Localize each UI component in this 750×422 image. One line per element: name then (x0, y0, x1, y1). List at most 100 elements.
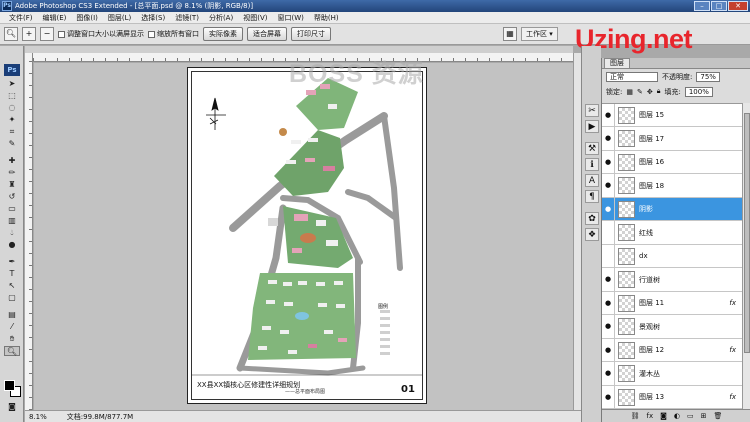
menu-view[interactable]: 视图(V) (238, 13, 272, 23)
lasso-tool-icon[interactable]: ◌ (4, 103, 20, 113)
layer-row[interactable]: ● 图层 11 fx (602, 291, 742, 315)
menu-select[interactable]: 选择(S) (136, 13, 170, 23)
visibility-eye-icon[interactable]: ● (602, 291, 615, 315)
shape-tool-icon[interactable]: ▢ (4, 293, 20, 303)
magic-wand-tool-icon[interactable]: ✦ (4, 115, 20, 125)
zoom-tool-preset-icon[interactable]: 🔍︎ (4, 27, 18, 41)
delete-layer-icon[interactable]: 🗑︎ (714, 412, 723, 420)
menu-image[interactable]: 图像(I) (71, 13, 103, 23)
menu-layer[interactable]: 图层(L) (103, 13, 136, 23)
brush-tool-icon[interactable]: ✏ (4, 168, 20, 178)
maximize-button[interactable]: □ (711, 1, 727, 11)
layer-row[interactable]: ● 图层 18 (602, 174, 742, 198)
menu-file[interactable]: 文件(F) (4, 13, 38, 23)
visibility-eye-icon[interactable]: ● (602, 268, 615, 291)
layer-thumbnail[interactable] (618, 130, 635, 147)
visibility-eye-icon[interactable]: ● (602, 385, 615, 409)
actual-pixels-button[interactable]: 实际像素 (203, 27, 243, 41)
layer-thumbnail[interactable] (618, 200, 635, 218)
move-tool-icon[interactable]: ➤ (4, 79, 20, 89)
visibility-eye-icon[interactable]: ● (602, 150, 615, 174)
layer-thumbnail[interactable] (618, 153, 635, 171)
layer-thumbnail[interactable] (618, 365, 635, 382)
visibility-eye-icon[interactable]: ● (602, 197, 615, 221)
notes-tool-icon[interactable]: ▤ (4, 310, 20, 320)
brushes-panel-icon[interactable]: ✿ (585, 212, 599, 225)
lock-pixels-icon[interactable]: ✎ (637, 88, 643, 96)
layer-name[interactable]: 阴影 (639, 204, 653, 214)
foreground-color-swatch[interactable] (4, 380, 15, 391)
menu-help[interactable]: 帮助(H) (309, 13, 344, 23)
layer-row[interactable]: ● 灌木丛 (602, 362, 742, 386)
bridge-icon[interactable]: ▦ (503, 27, 517, 41)
zoom-level[interactable]: 8.1% (29, 413, 47, 421)
layer-name[interactable]: 灌木丛 (639, 369, 660, 379)
layer-style-icon[interactable]: fx (646, 412, 653, 420)
visibility-eye-icon[interactable]: ● (602, 127, 615, 150)
layer-name[interactable]: 图层 18 (639, 181, 664, 191)
visibility-eye-icon[interactable]: ● (602, 104, 615, 127)
canvas-vertical-scrollbar[interactable] (573, 53, 581, 410)
healing-brush-tool-icon[interactable]: ✚ (4, 156, 20, 166)
layer-row[interactable]: dx (602, 244, 742, 268)
layer-name[interactable]: 景观树 (639, 322, 660, 332)
layer-effects-icon[interactable]: fx (729, 393, 736, 401)
layer-thumbnail[interactable] (618, 271, 635, 288)
layer-thumbnail[interactable] (618, 177, 635, 194)
paragraph-panel-icon[interactable]: ¶ (585, 190, 599, 203)
print-size-button[interactable]: 打印尺寸 (291, 27, 331, 41)
layer-row[interactable]: ● 图层 15 (602, 104, 742, 127)
layer-name[interactable]: 图层 13 (639, 392, 664, 402)
layer-thumbnail[interactable] (618, 247, 635, 265)
menu-filter[interactable]: 滤镜(T) (170, 13, 204, 23)
dodge-tool-icon[interactable]: ● (4, 240, 20, 250)
layer-row[interactable]: ● 图层 16 (602, 150, 742, 174)
layer-name[interactable]: 图层 12 (639, 345, 664, 355)
hand-tool-icon[interactable]: ✋︎ (4, 334, 20, 344)
history-panel-icon[interactable]: ✂ (585, 104, 599, 117)
layer-row[interactable]: ● 阴影 (602, 197, 742, 221)
character-panel-icon[interactable]: A (585, 174, 599, 187)
link-layers-icon[interactable]: ⛓ (631, 412, 640, 420)
tool-presets-icon[interactable]: ⚒ (585, 142, 599, 155)
scrollbar-thumb[interactable] (744, 113, 750, 353)
layer-name[interactable]: 行道树 (639, 275, 660, 285)
visibility-eye-icon[interactable]: ● (602, 338, 615, 362)
layer-row[interactable]: ● 景观树 (602, 315, 742, 339)
path-selection-tool-icon[interactable]: ↖ (4, 281, 20, 291)
layer-thumbnail[interactable] (618, 388, 635, 406)
layer-name[interactable]: 图层 17 (639, 134, 664, 144)
minimize-button[interactable]: – (694, 1, 710, 11)
layer-row[interactable]: ● 行道树 (602, 268, 742, 292)
info-panel-icon[interactable]: ℹ (585, 158, 599, 171)
visibility-eye-icon[interactable]: ● (602, 315, 615, 338)
actions-panel-icon[interactable]: ▶ (585, 120, 599, 133)
zoom-tool-icon[interactable]: 🔍︎ (4, 346, 20, 356)
visibility-eye-icon[interactable] (602, 244, 615, 268)
checkbox-box[interactable] (148, 30, 155, 38)
quick-mask-icon[interactable]: ◙ (4, 402, 20, 412)
opacity-input[interactable]: 75% (696, 71, 720, 82)
close-button[interactable]: ✕ (728, 1, 748, 11)
layer-row[interactable]: ● 图层 13 fx (602, 385, 742, 409)
layer-thumbnail[interactable] (618, 106, 635, 124)
menu-edit[interactable]: 编辑(E) (38, 13, 72, 23)
add-mask-icon[interactable]: ◙ (660, 412, 667, 420)
type-tool-icon[interactable]: T (4, 269, 20, 279)
vertical-ruler[interactable] (25, 53, 33, 410)
layer-effects-icon[interactable]: fx (729, 299, 736, 307)
layer-thumbnail[interactable] (618, 318, 635, 335)
pen-tool-icon[interactable]: ✒ (4, 257, 20, 267)
resize-windows-checkbox[interactable]: 调整窗口大小以满屏显示 (58, 29, 144, 39)
layer-name[interactable]: dx (639, 252, 648, 260)
layer-name[interactable]: 图层 15 (639, 110, 664, 120)
tab-layers[interactable]: 图层 (604, 58, 630, 68)
layer-row[interactable]: 红线 (602, 221, 742, 245)
new-group-icon[interactable]: ▭ (687, 412, 694, 420)
blur-tool-icon[interactable]: 💧︎ (4, 228, 20, 238)
menu-window[interactable]: 窗口(W) (272, 13, 308, 23)
lock-position-icon[interactable]: ✥ (647, 88, 653, 96)
checkbox-box[interactable] (58, 30, 65, 38)
new-layer-icon[interactable]: ⊞ (701, 412, 707, 420)
layer-row[interactable]: ● 图层 17 (602, 127, 742, 151)
